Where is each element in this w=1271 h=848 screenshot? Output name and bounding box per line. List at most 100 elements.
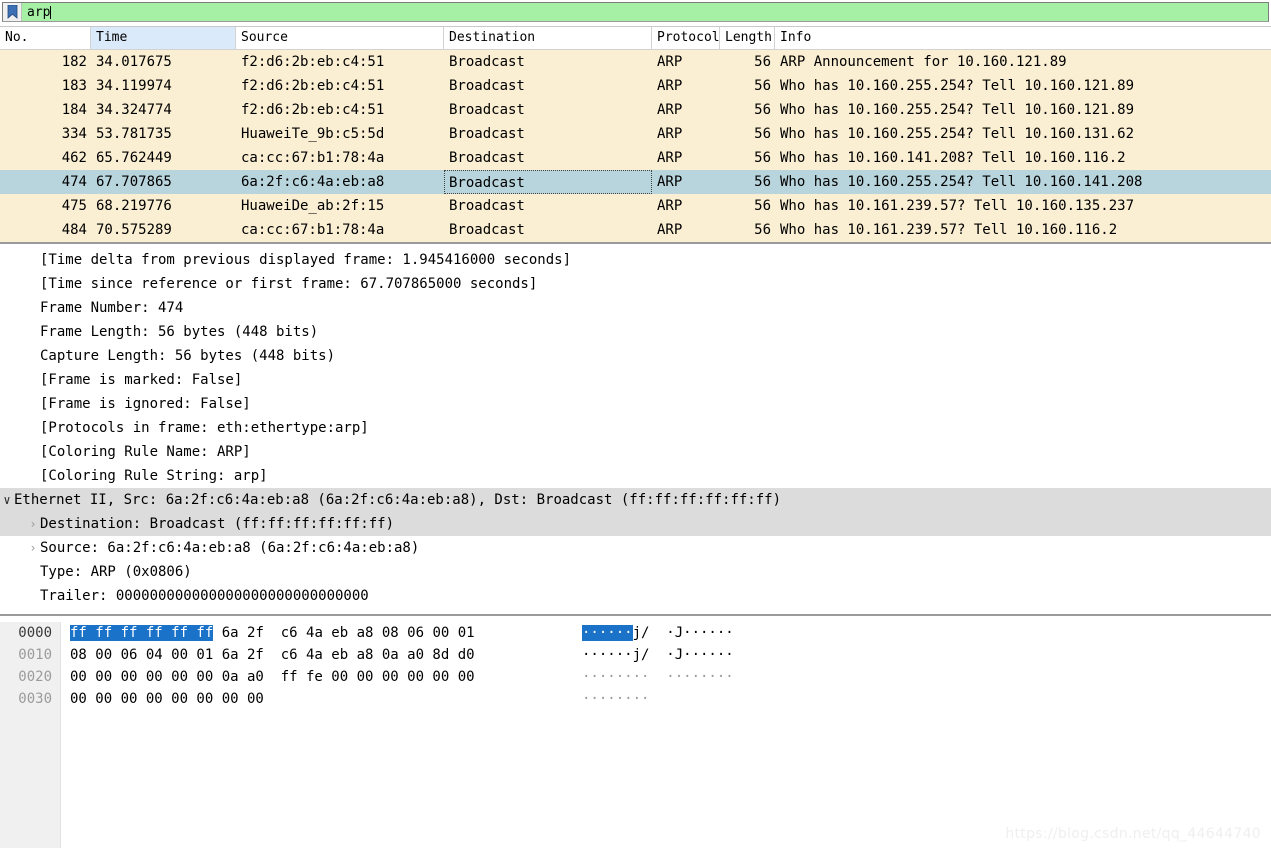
hex-dump-rows: 0000 ff ff ff ff ff ff 6a 2f c6 4a eb a8 … xyxy=(0,622,1271,710)
bookmark-icon[interactable] xyxy=(3,3,22,21)
cell-protocol: ARP xyxy=(657,174,683,190)
packet-bytes-pane[interactable]: 0000 ff ff ff ff ff ff 6a 2f c6 4a eb a8 … xyxy=(0,622,1271,848)
cell-source: ca:cc:67:b1:78:4a xyxy=(241,150,385,166)
cell-no: 462 xyxy=(61,150,87,166)
hex-dump-row[interactable]: 0030 00 00 00 00 00 00 00 00 ········ xyxy=(0,688,1271,710)
table-row[interactable]: 462 65.762449 ca:cc:67:b1:78:4a Broadcast AR… xyxy=(0,146,1271,170)
table-row[interactable]: 184 34.324774 f2:d6:2b:eb:c4:51 Broadcast AR… xyxy=(0,98,1271,122)
detail-tree-label: Type: ARP (0x0806) xyxy=(40,564,192,580)
cell-length: 56 xyxy=(754,150,771,166)
table-row[interactable]: 182 34.017675 f2:d6:2b:eb:c4:51 Broadcast AR… xyxy=(0,50,1271,74)
hex-dump-row[interactable]: 0000 ff ff ff ff ff ff 6a 2f c6 4a eb a8 … xyxy=(0,622,1271,644)
detail-tree-item[interactable]: Type: ARP (0x0806) xyxy=(0,560,1271,584)
cell-info: Who has 10.160.141.208? Tell 10.160.116.… xyxy=(780,150,1126,166)
column-header-time[interactable]: Time xyxy=(91,27,236,49)
column-header-destination[interactable]: Destination xyxy=(444,27,652,49)
table-row[interactable]: 484 70.575289 ca:cc:67:b1:78:4a Broadcast AR… xyxy=(0,218,1271,242)
column-header-no[interactable]: No. xyxy=(0,27,91,49)
hex-bytes-rest: 00 00 00 00 00 00 0a a0 ff fe 00 00 00 0… xyxy=(70,669,475,685)
hex-dump-row[interactable]: 0010 08 00 06 04 00 01 6a 2f c6 4a eb a8 … xyxy=(0,644,1271,666)
cell-length: 56 xyxy=(754,126,771,142)
detail-tree-item[interactable]: [Protocols in frame: eth:ethertype:arp] xyxy=(0,416,1271,440)
chevron-right-icon[interactable]: › xyxy=(26,536,40,560)
cell-source: 6a:2f:c6:4a:eb:a8 xyxy=(241,174,385,190)
chevron-down-icon[interactable]: ∨ xyxy=(0,488,14,512)
detail-tree-item[interactable]: › Destination: Broadcast (ff:ff:ff:ff:ff:… xyxy=(0,512,1271,536)
cell-destination: Broadcast xyxy=(449,222,525,238)
hex-bytes: ff ff ff ff ff ff 6a 2f c6 4a eb a8 08 0… xyxy=(60,622,572,644)
detail-tree-item[interactable]: [Coloring Rule Name: ARP] xyxy=(0,440,1271,464)
cell-source: ca:cc:67:b1:78:4a xyxy=(241,222,385,238)
cell-no: 474 xyxy=(61,174,87,190)
packet-details-pane[interactable]: [Time delta from previous displayed fram… xyxy=(0,244,1271,616)
detail-tree-label: [Time since reference or first frame: 67… xyxy=(40,276,538,292)
table-row[interactable]: 475 68.219776 HuaweiDe_ab:2f:15 Broadcast AR… xyxy=(0,194,1271,218)
hex-offset: 0010 xyxy=(18,647,52,663)
detail-tree-label: Capture Length: 56 bytes (448 bits) xyxy=(40,348,336,364)
hex-dump-row[interactable]: 0020 00 00 00 00 00 00 0a a0 ff fe 00 00 … xyxy=(0,666,1271,688)
detail-tree-label: Destination: Broadcast (ff:ff:ff:ff:ff:f… xyxy=(40,516,395,532)
detail-tree-item[interactable]: [Coloring Rule String: arp] xyxy=(0,464,1271,488)
cell-destination: Broadcast xyxy=(449,54,525,70)
cell-source: f2:d6:2b:eb:c4:51 xyxy=(241,54,385,70)
cell-destination: Broadcast xyxy=(449,150,525,166)
hex-ascii-rest: j/ ·J······ xyxy=(632,625,734,641)
cell-info: Who has 10.160.255.254? Tell 10.160.121.… xyxy=(780,78,1135,94)
detail-tree-item[interactable]: Frame Number: 474 xyxy=(0,296,1271,320)
hex-bytes: 08 00 06 04 00 01 6a 2f c6 4a eb a8 0a a… xyxy=(60,644,572,666)
detail-tree-item[interactable]: ∨ Ethernet II, Src: 6a:2f:c6:4a:eb:a8 (6a… xyxy=(0,488,1271,512)
detail-tree-item[interactable]: Capture Length: 56 bytes (448 bits) xyxy=(0,344,1271,368)
detail-tree-item[interactable]: › Source: 6a:2f:c6:4a:eb:a8 (6a:2f:c6:4a:… xyxy=(0,536,1271,560)
column-header-info[interactable]: Info xyxy=(775,27,1271,49)
table-row[interactable]: 334 53.781735 HuaweiTe_9b:c5:5d Broadcast AR… xyxy=(0,122,1271,146)
detail-tree-item[interactable]: Frame Length: 56 bytes (448 bits) xyxy=(0,320,1271,344)
detail-tree-label: [Coloring Rule Name: ARP] xyxy=(40,444,251,460)
detail-tree-label: [Frame is marked: False] xyxy=(40,372,243,388)
detail-tree-label: [Time delta from previous displayed fram… xyxy=(40,252,572,268)
hex-bytes-rest: 6a 2f c6 4a eb a8 08 06 00 01 xyxy=(213,625,475,641)
packet-list-rows: 182 34.017675 f2:d6:2b:eb:c4:51 Broadcast AR… xyxy=(0,50,1271,242)
column-header-protocol[interactable]: Protocol xyxy=(652,27,720,49)
column-header-length[interactable]: Length xyxy=(720,27,775,49)
cell-protocol: ARP xyxy=(657,150,683,166)
hex-ascii-selected: ······ xyxy=(582,625,633,641)
cell-source: HuaweiDe_ab:2f:15 xyxy=(241,198,385,214)
display-filter-value: arp xyxy=(27,4,51,20)
column-header-source[interactable]: Source xyxy=(236,27,444,49)
detail-tree-label: [Coloring Rule String: arp] xyxy=(40,468,268,484)
detail-tree-item[interactable]: [Frame is marked: False] xyxy=(0,368,1271,392)
cell-source: HuaweiTe_9b:c5:5d xyxy=(241,126,385,142)
cell-time: 34.324774 xyxy=(96,102,172,118)
hex-bytes: 00 00 00 00 00 00 00 00 xyxy=(60,688,572,710)
cell-time: 70.575289 xyxy=(96,222,172,238)
hex-offset: 0000 xyxy=(18,625,52,641)
packet-details-tree: [Time delta from previous displayed fram… xyxy=(0,248,1271,608)
display-filter-input[interactable]: arp xyxy=(22,3,1268,21)
cell-no: 182 xyxy=(61,54,87,70)
table-row[interactable]: 183 34.119974 f2:d6:2b:eb:c4:51 Broadcast AR… xyxy=(0,74,1271,98)
watermark-text: https://blog.csdn.net/qq_44644740 xyxy=(1005,826,1261,842)
detail-tree-item[interactable]: Trailer: 000000000000000000000000000000 xyxy=(0,584,1271,608)
detail-tree-label: Frame Number: 474 xyxy=(40,300,184,316)
display-filter-bar[interactable]: arp xyxy=(2,2,1269,22)
cell-length: 56 xyxy=(754,78,771,94)
cell-no: 475 xyxy=(61,198,87,214)
detail-tree-item[interactable]: [Frame is ignored: False] xyxy=(0,392,1271,416)
cell-info: Who has 10.160.255.254? Tell 10.160.131.… xyxy=(780,126,1135,142)
cell-destination: Broadcast xyxy=(449,78,525,94)
hex-bytes-selected: ff ff ff ff ff ff xyxy=(70,625,214,641)
detail-tree-item[interactable]: [Time delta from previous displayed fram… xyxy=(0,248,1271,272)
cell-time: 34.017675 xyxy=(96,54,172,70)
packet-list-pane[interactable]: No. Time Source Destination Protocol Len… xyxy=(0,26,1271,244)
cell-source: f2:d6:2b:eb:c4:51 xyxy=(241,78,385,94)
detail-tree-item[interactable]: [Time since reference or first frame: 67… xyxy=(0,272,1271,296)
table-row[interactable]: 474 67.707865 6a:2f:c6:4a:eb:a8 Broadcast AR… xyxy=(0,170,1271,194)
hex-ascii-rest: ········ xyxy=(582,691,650,707)
cell-length: 56 xyxy=(754,54,771,70)
chevron-right-icon[interactable]: › xyxy=(26,512,40,536)
